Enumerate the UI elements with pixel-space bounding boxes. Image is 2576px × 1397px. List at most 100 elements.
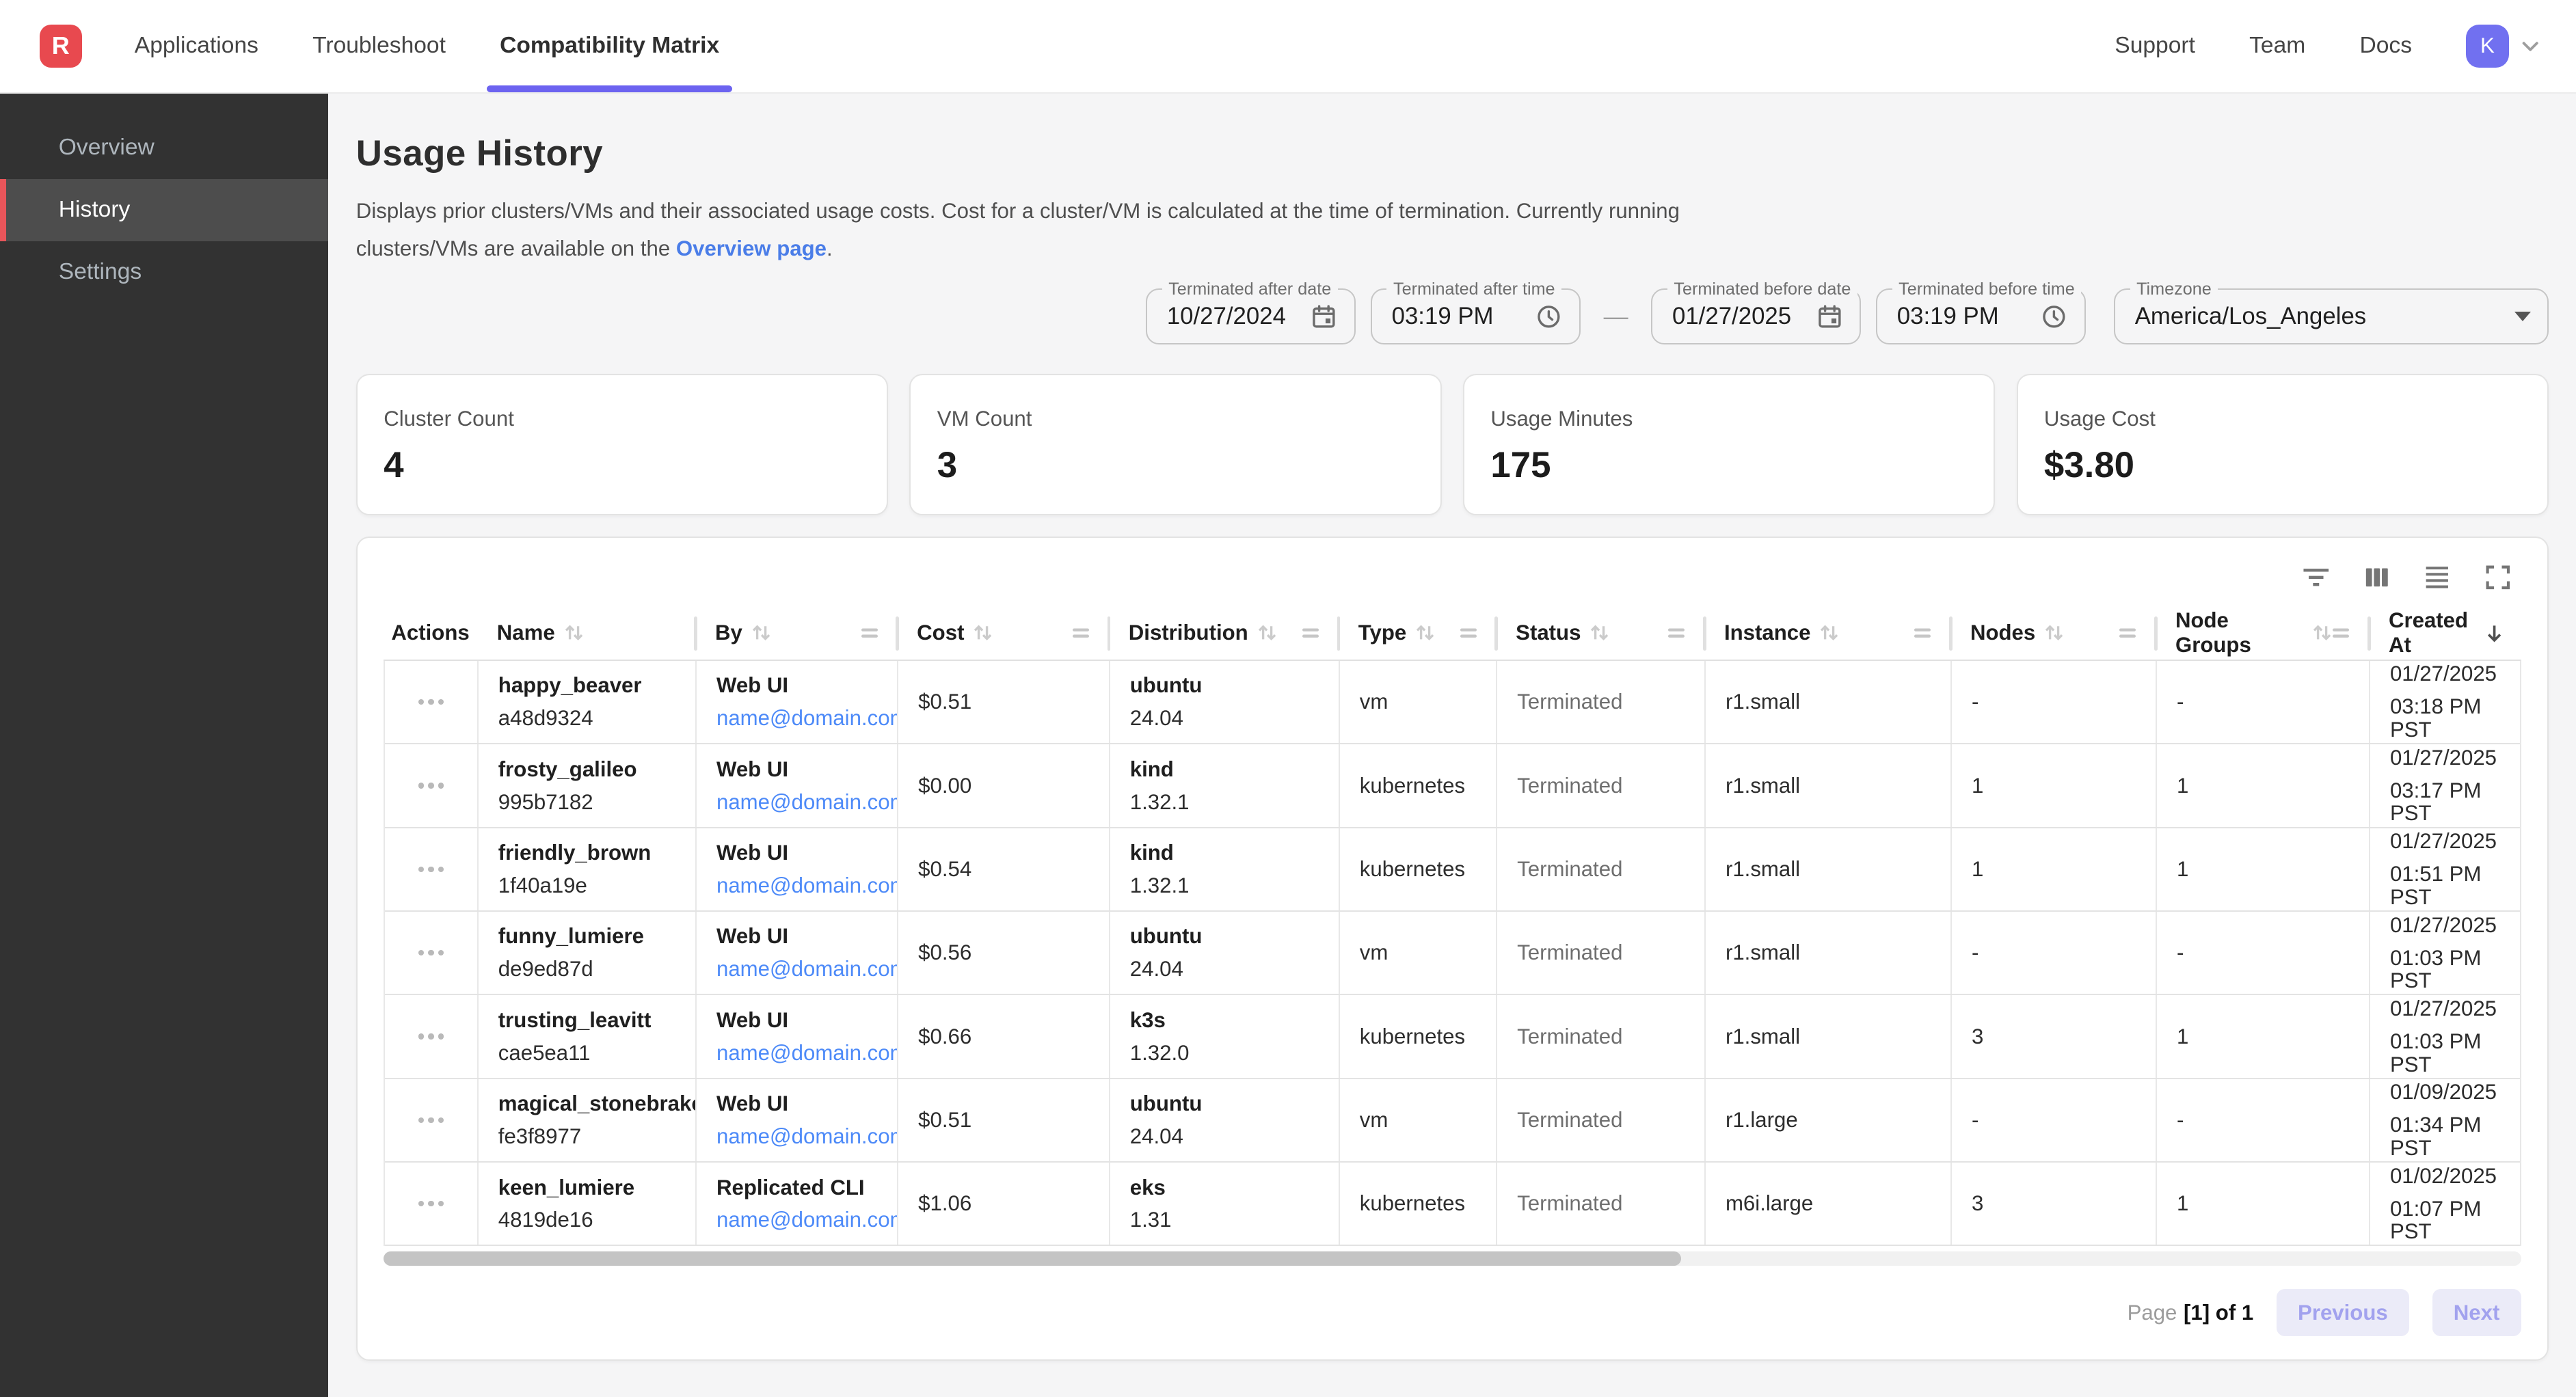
filter-icon[interactable] [2300, 560, 2333, 593]
column-menu-icon[interactable] [2119, 627, 2143, 639]
sort-icon[interactable] [1414, 621, 1436, 645]
user-email-link[interactable]: name@domain.com [716, 707, 884, 730]
column-header-cost[interactable]: Cost [897, 607, 1109, 660]
instance-value: r1.small [1726, 858, 1937, 881]
sidebar-item-settings[interactable]: Settings [0, 241, 328, 303]
terminated-after-date-field[interactable]: Terminated after date 10/27/2024 [1146, 288, 1356, 344]
status-badge: Terminated [1517, 1109, 1691, 1132]
column-menu-icon[interactable] [1073, 627, 1096, 639]
instance-value: r1.small [1726, 941, 1937, 964]
stat-card-vm-count: VM Count 3 [909, 374, 1441, 515]
next-page-button[interactable]: Next [2432, 1289, 2521, 1337]
row-actions-button[interactable] [412, 1195, 450, 1214]
instance-cell: r1.small [1706, 912, 1952, 994]
calendar-icon[interactable] [1310, 303, 1338, 331]
timezone-select[interactable]: Timezone America/Los_Angeles [2114, 288, 2549, 344]
column-menu-icon[interactable] [1668, 627, 1691, 639]
distribution-name: ubuntu [1130, 925, 1326, 948]
column-menu-icon[interactable] [1914, 627, 1937, 639]
sort-icon[interactable] [751, 621, 772, 645]
column-menu-icon[interactable] [1302, 627, 1326, 639]
column-header-nodes[interactable]: Nodes [1950, 607, 2156, 660]
clock-icon[interactable] [1535, 303, 1563, 331]
user-email-link[interactable]: name@domain.com [716, 1125, 884, 1148]
created-time: 01:51 PM PST [2390, 863, 2506, 908]
clock-icon[interactable] [2040, 303, 2068, 331]
user-email-link[interactable]: name@domain.com [716, 1042, 884, 1065]
sort-icon[interactable] [972, 621, 993, 645]
column-header-type[interactable]: Type [1339, 607, 1496, 660]
stat-label: Usage Cost [2044, 407, 2521, 431]
density-icon[interactable] [2421, 560, 2454, 593]
column-header-distribution[interactable]: Distribution [1109, 607, 1339, 660]
cluster-name: frosty_galileo [498, 758, 682, 781]
nav-item-team[interactable]: Team [2249, 33, 2305, 59]
nav-item-troubleshoot[interactable]: Troubleshoot [312, 0, 446, 92]
column-header-node-groups[interactable]: Node Groups [2156, 607, 2369, 660]
column-header-status[interactable]: Status [1496, 607, 1704, 660]
row-actions-button[interactable] [412, 692, 450, 711]
cost-cell: $0.00 [898, 744, 1110, 826]
row-actions-button[interactable] [412, 1027, 450, 1046]
field-value: America/Los_Angeles [2135, 303, 2501, 330]
actions-cell [385, 1163, 479, 1245]
nav-item-support[interactable]: Support [2115, 33, 2195, 59]
name-cell: friendly_brown 1f40a19e [479, 828, 697, 910]
column-header-by[interactable]: By [695, 607, 897, 660]
row-actions-button[interactable] [412, 1111, 450, 1130]
distribution-cell: ubuntu 24.04 [1110, 661, 1340, 743]
instance-cell: m6i.large [1706, 1163, 1952, 1245]
nodes-value: 3 [1972, 1025, 2143, 1048]
row-actions-button[interactable] [412, 943, 450, 962]
user-email-link[interactable]: name@domain.com [716, 958, 884, 981]
nodes-value: - [1972, 1109, 2143, 1132]
sort-icon[interactable] [2043, 621, 2065, 645]
terminated-before-date-field[interactable]: Terminated before date 01/27/2025 [1651, 288, 1861, 344]
user-email-link[interactable]: name@domain.com [716, 1208, 884, 1232]
table-row: frosty_galileo 995b7182 Web UI name@doma… [385, 744, 2519, 828]
sort-icon[interactable] [1257, 621, 1278, 645]
terminated-before-time-field[interactable]: Terminated before time 03:19 PM [1876, 288, 2086, 344]
sidebar-item-overview[interactable]: Overview [0, 116, 328, 178]
cost-value: $1.06 [918, 1192, 1096, 1215]
column-menu-icon[interactable] [2333, 627, 2356, 639]
row-actions-button[interactable] [412, 860, 450, 879]
cost-value: $0.54 [918, 858, 1096, 881]
type-value: vm [1360, 690, 1483, 714]
table-row: magical_stonebraker fe3f8977 Web UI name… [385, 1079, 2519, 1163]
previous-page-button[interactable]: Previous [2277, 1289, 2409, 1337]
user-email-link[interactable]: name@domain.com [716, 874, 884, 897]
nav-item-compatibility-matrix[interactable]: Compatibility Matrix [500, 0, 719, 92]
replicated-logo[interactable]: R [40, 25, 82, 67]
column-menu-icon[interactable] [1460, 627, 1484, 639]
horizontal-scrollbar-thumb[interactable] [384, 1251, 1681, 1266]
fullscreen-icon[interactable] [2482, 560, 2514, 593]
avatar[interactable]: K [2466, 25, 2508, 67]
column-header-instance[interactable]: Instance [1704, 607, 1950, 660]
column-header-actions: Actions [384, 607, 477, 660]
column-menu-icon[interactable] [861, 627, 885, 639]
nav-item-applications[interactable]: Applications [135, 0, 258, 92]
table-header-row: ActionsNameByCostDistributionTypeStatusI… [384, 607, 2521, 661]
user-email-link[interactable]: name@domain.com [716, 791, 884, 814]
calendar-icon[interactable] [1816, 303, 1844, 331]
sort-desc-icon[interactable] [2484, 623, 2505, 644]
account-menu[interactable]: K [2466, 25, 2543, 67]
sidebar-item-history[interactable]: History [0, 179, 328, 241]
row-actions-button[interactable] [412, 776, 450, 796]
column-header-name[interactable]: Name [477, 607, 695, 660]
page-indicator-value: [1] of 1 [2184, 1301, 2253, 1325]
type-cell: kubernetes [1340, 1163, 1497, 1245]
stat-card-usage-cost: Usage Cost $3.80 [2017, 374, 2549, 515]
sort-icon[interactable] [1819, 621, 1840, 645]
columns-icon[interactable] [2360, 560, 2393, 593]
sort-icon[interactable] [1589, 621, 1610, 645]
overview-page-link[interactable]: Overview page [676, 236, 827, 260]
sort-icon[interactable] [2311, 621, 2333, 645]
sort-icon[interactable] [563, 621, 585, 645]
column-header-created-at[interactable]: Created At [2369, 607, 2518, 660]
instance-value: r1.small [1726, 774, 1937, 798]
pagination: Page [1] of 1 Previous Next [384, 1289, 2521, 1337]
terminated-after-time-field[interactable]: Terminated after time 03:19 PM [1371, 288, 1581, 344]
nav-item-docs[interactable]: Docs [2359, 33, 2412, 59]
